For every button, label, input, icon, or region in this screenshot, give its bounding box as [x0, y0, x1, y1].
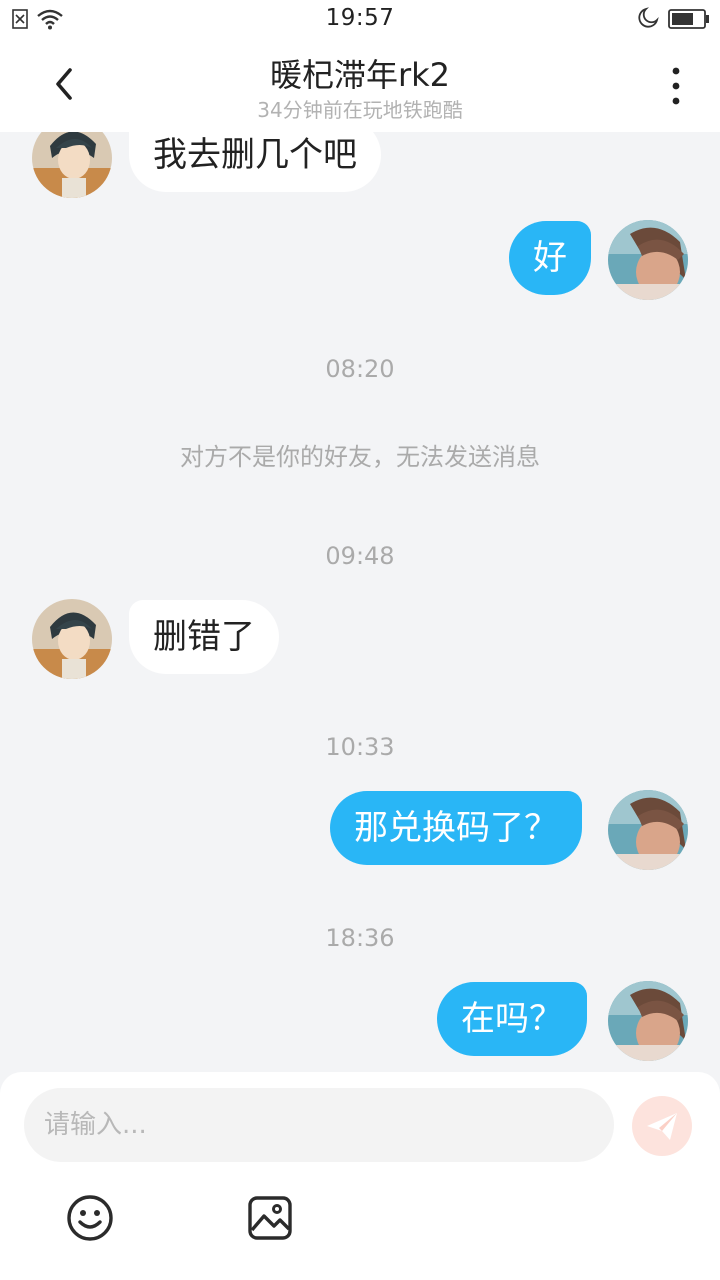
message-bubble-outgoing[interactable]: 好 — [509, 221, 591, 295]
status-time: 19:57 — [325, 5, 395, 31]
timestamp: 18:36 — [325, 924, 395, 952]
message-bubble-outgoing[interactable]: 那兑换码了？ — [330, 791, 582, 865]
message-bubble-incoming[interactable]: 删错了 — [129, 600, 279, 674]
my-avatar[interactable] — [608, 981, 688, 1061]
more-vertical-icon[interactable] — [664, 66, 688, 106]
status-bar: 19:57 — [0, 0, 720, 40]
system-notice: 对方不是你的好友，无法发送消息 — [180, 443, 540, 471]
timestamp: 08:20 — [325, 355, 395, 383]
message-list[interactable]: 我去删几个吧 好 08:20 对方不是你的好友，无法发送消息 09:48 删错了… — [0, 132, 720, 1072]
contact-avatar[interactable] — [32, 599, 112, 679]
message-input[interactable] — [24, 1088, 614, 1162]
smiley-icon[interactable] — [66, 1194, 114, 1242]
message-composer — [0, 1072, 720, 1280]
moon-icon — [638, 7, 659, 28]
timestamp: 09:48 — [325, 542, 395, 570]
user-status: 34分钟前在玩地铁跑酷 — [257, 98, 463, 122]
message-bubble-incoming[interactable]: 我去删几个吧 — [129, 132, 381, 192]
image-icon[interactable] — [246, 1194, 294, 1242]
my-avatar[interactable] — [608, 790, 688, 870]
page-title: 暖杞滞年rk2 — [269, 56, 451, 94]
message-bubble-outgoing[interactable]: 在吗？ — [437, 982, 587, 1056]
send-button[interactable] — [632, 1096, 692, 1156]
timestamp: 10:33 — [325, 733, 395, 761]
chat-header: 暖杞滞年rk2 34分钟前在玩地铁跑酷 — [0, 40, 720, 132]
battery-icon — [668, 9, 709, 29]
contact-avatar[interactable] — [32, 132, 112, 198]
paper-plane-icon — [647, 1113, 677, 1140]
my-avatar[interactable] — [608, 220, 688, 300]
